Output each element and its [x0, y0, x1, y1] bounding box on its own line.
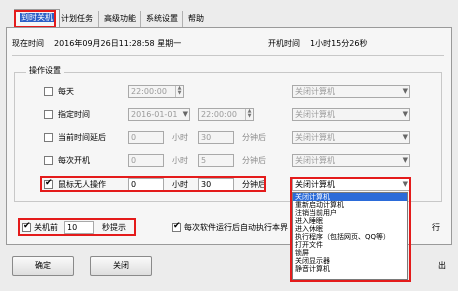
field-value: 22:00:00: [201, 110, 237, 119]
daily-action-select[interactable]: 关闭计算机 ▼: [292, 85, 410, 98]
uptime-value: 1小时15分26秒: [310, 39, 368, 48]
field-value: 22:00:00: [131, 87, 167, 96]
minutes-unit: 分钟后: [242, 156, 266, 165]
from-now-checkbox[interactable]: [44, 133, 53, 142]
field-value: 30: [201, 133, 212, 142]
select-value: 关闭计算机: [295, 133, 335, 142]
chevron-down-icon: ▼: [402, 133, 408, 141]
field-value: 0: [131, 133, 137, 142]
from-now-hours-field[interactable]: 0: [128, 131, 164, 144]
specified-time-field[interactable]: 22:00:00 ▲ ▼: [198, 108, 254, 121]
daily-time-field[interactable]: 22:00:00 ▲ ▼: [128, 85, 184, 98]
group-title: 操作设置: [26, 66, 64, 76]
tab-label: 系统设置: [146, 14, 178, 23]
field-value: 0: [131, 156, 137, 165]
tab-help[interactable]: 帮助: [182, 11, 209, 27]
after-boot-action-select[interactable]: 关闭计算机 ▼: [292, 154, 410, 167]
specified-label: 指定时间: [58, 110, 90, 119]
hours-unit: 小时: [172, 133, 188, 142]
highlight-box-tab: [14, 10, 56, 28]
specified-action-select[interactable]: 关闭计算机 ▼: [292, 108, 410, 121]
from-now-label: 当前时间延后: [58, 133, 106, 142]
daily-checkbox[interactable]: [44, 87, 53, 96]
close-button[interactable]: 关闭: [90, 256, 152, 276]
uptime-label: 开机时间: [268, 39, 300, 48]
chevron-down-icon: ▼: [402, 110, 408, 118]
chevron-down-icon: ▼: [402, 156, 408, 164]
after-boot-minutes-field[interactable]: 5: [198, 154, 234, 167]
field-value: 2016-01-01: [131, 110, 178, 119]
highlight-box-dropdown: [290, 177, 411, 282]
after-boot-label: 每次开机: [58, 156, 90, 165]
select-value: 关闭计算机: [295, 110, 335, 119]
current-time-value: 2016年09月26日11:28:58 星期一: [54, 39, 182, 48]
auto-run-checkbox[interactable]: [172, 221, 181, 232]
current-time-label: 现在时间: [12, 39, 44, 48]
tab-scheduled-tasks[interactable]: 计划任务: [56, 11, 98, 27]
chevron-down-icon: ▼: [182, 110, 188, 118]
specified-date-field[interactable]: 2016-01-01 ▼: [128, 108, 190, 121]
daily-label: 每天: [58, 87, 74, 96]
spin-icon[interactable]: ▲ ▼: [245, 109, 253, 120]
hours-unit: 小时: [172, 156, 188, 165]
tab-label: 帮助: [188, 14, 204, 23]
highlight-box-idle-row: [40, 176, 266, 192]
tab-advanced[interactable]: 高级功能: [98, 11, 141, 27]
auto-run-label: 每次软件运行后自动执行本界: [184, 223, 288, 232]
auto-run-tail: 行: [432, 223, 440, 232]
from-now-minutes-field[interactable]: 30: [198, 131, 234, 144]
confirm-button[interactable]: 确定: [12, 256, 74, 276]
specified-checkbox[interactable]: [44, 110, 53, 119]
field-value: 5: [201, 156, 207, 165]
tab-system-settings[interactable]: 系统设置: [140, 11, 183, 27]
from-now-action-select[interactable]: 关闭计算机 ▼: [292, 131, 410, 144]
highlight-box-prompt: [18, 218, 136, 236]
spin-icon[interactable]: ▲ ▼: [175, 86, 183, 97]
after-boot-hours-field[interactable]: 0: [128, 154, 164, 167]
exit-tail: 出: [438, 261, 446, 270]
select-value: 关闭计算机: [295, 87, 335, 96]
minutes-unit: 分钟后: [242, 133, 266, 142]
tab-label: 计划任务: [61, 14, 93, 23]
after-boot-checkbox[interactable]: [44, 156, 53, 165]
main-window: 到时关机 计划任务 高级功能 系统设置 帮助 现在时间 2016年09月26日1…: [0, 0, 458, 291]
select-value: 关闭计算机: [295, 156, 335, 165]
tab-label: 高级功能: [104, 14, 136, 23]
chevron-down-icon: ▼: [402, 87, 408, 95]
divider: [12, 55, 444, 56]
